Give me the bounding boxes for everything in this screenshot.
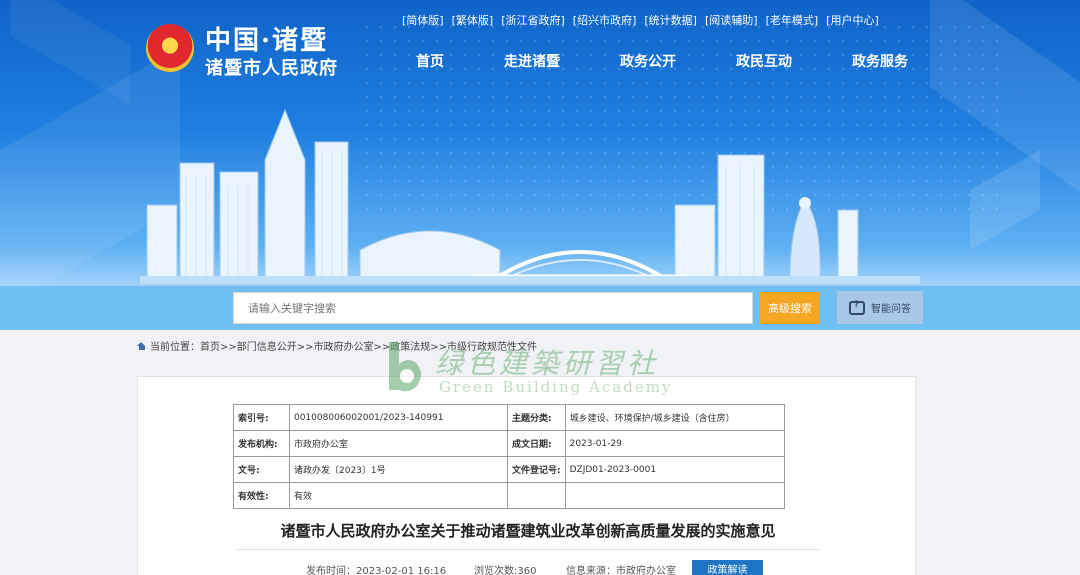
link-simplified[interactable]: [简体版] <box>402 12 444 28</box>
header-banner: 中国·诸暨 诸暨市人民政府 [简体版] [繁体版] [浙江省政府] [绍兴市政府… <box>0 0 1080 290</box>
link-zhejiang-gov[interactable]: [浙江省政府] <box>501 12 565 28</box>
table-row: 发布机构: 市政府办公室 成文日期: 2023-01-29 <box>233 430 786 457</box>
document-meta-table: 索引号: 001008006002001/2023-140991 主题分类: 城… <box>233 404 786 509</box>
meta-value: 诸政办发〔2023〕1号 <box>289 456 508 483</box>
home-icon <box>137 341 146 350</box>
policy-interpretation-button[interactable]: 政策解读 <box>692 560 763 575</box>
watermark: 绿色建築研習社 Green Building Academy <box>383 334 683 398</box>
link-reading-aid[interactable]: [阅读辅助] <box>705 12 758 28</box>
search-input[interactable] <box>233 292 753 324</box>
table-row: 索引号: 001008006002001/2023-140991 主题分类: 城… <box>233 404 786 431</box>
table-row: 有效性: 有效 <box>233 482 786 509</box>
meta-value: 001008006002001/2023-140991 <box>289 404 508 431</box>
top-utility-links: [简体版] [繁体版] [浙江省政府] [绍兴市政府] [统计数据] [阅读辅助… <box>402 12 879 28</box>
meta-key: 发布机构: <box>233 430 290 457</box>
nav-home[interactable]: 首页 <box>416 51 444 71</box>
info-source: 信息来源：市政府办公室 <box>566 566 676 575</box>
title-divider <box>237 549 819 550</box>
link-statistics[interactable]: [统计数据] <box>644 12 697 28</box>
meta-key: 文号: <box>233 456 290 483</box>
table-row: 文号: 诸政办发〔2023〕1号 文件登记号: DZJD01-2023-0001 <box>233 456 786 483</box>
meta-value: 城乡建设、环境保护/城乡建设（含住房） <box>564 404 786 431</box>
publish-time: 发布时间：2023-02-01 16:16 <box>306 566 447 575</box>
document-title: 诸暨市人民政府办公室关于推动诸暨建筑业改革创新高质量发展的实施意见 <box>280 522 776 540</box>
link-shaoxing-gov[interactable]: [绍兴市政府] <box>573 12 637 28</box>
nav-public-interaction[interactable]: 政民互动 <box>736 51 792 71</box>
meta-key: 有效性: <box>233 482 290 509</box>
meta-value: DZJD01-2023-0001 <box>564 456 786 483</box>
watermark-logo-icon <box>389 342 421 392</box>
link-elder-mode[interactable]: [老年模式] <box>766 12 819 28</box>
view-count: 浏览次数:360 <box>474 566 537 575</box>
meta-value: 市政府办公室 <box>289 430 508 457</box>
watermark-cn: 绿色建築研習社 <box>435 347 660 380</box>
nav-gov-affairs-open[interactable]: 政务公开 <box>620 51 676 71</box>
advanced-search-button[interactable]: 高级搜索 <box>760 292 820 324</box>
nav-gov-services[interactable]: 政务服务 <box>852 51 908 71</box>
meta-value: 2023-01-29 <box>564 430 786 457</box>
link-user-center[interactable]: [用户中心] <box>826 12 879 28</box>
watermark-en: Green Building Academy <box>439 378 673 396</box>
smart-qa-label: 智能问答 <box>871 304 911 315</box>
link-traditional[interactable]: [繁体版] <box>452 12 494 28</box>
meta-value: 有效 <box>289 482 508 509</box>
meta-key: 文件登记号: <box>507 456 566 483</box>
main-navigation: 首页 走进诸暨 政务公开 政民互动 政务服务 <box>0 51 1080 71</box>
meta-key <box>507 482 566 509</box>
meta-key: 索引号: <box>233 404 290 431</box>
meta-value <box>564 482 786 509</box>
meta-key: 成文日期: <box>507 430 566 457</box>
meta-key: 主题分类: <box>507 404 566 431</box>
smart-qa-button[interactable]: 智能问答 <box>837 291 923 324</box>
chat-question-icon <box>849 300 865 315</box>
nav-about-zhuji[interactable]: 走进诸暨 <box>504 51 560 71</box>
